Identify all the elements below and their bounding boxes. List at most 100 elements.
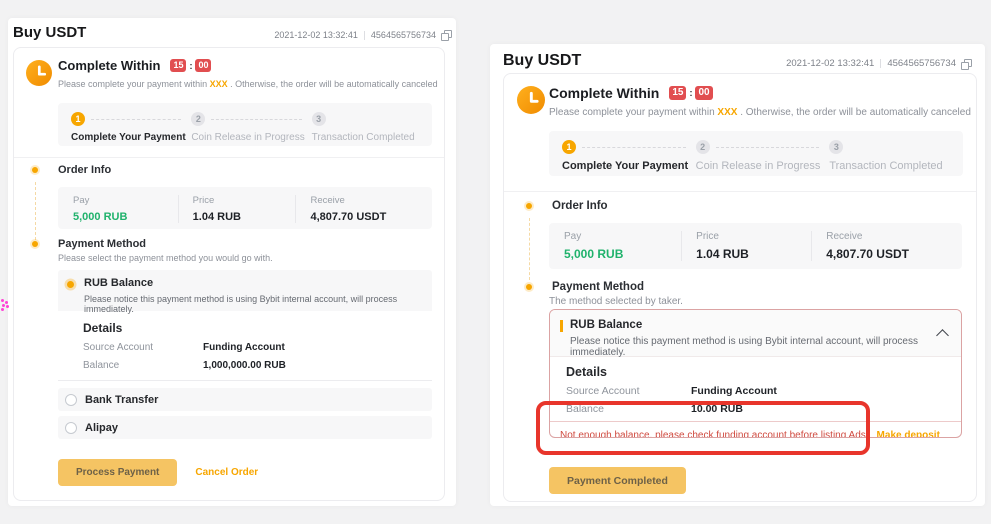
- price-label: Price: [193, 195, 296, 206]
- step-number: 3: [312, 112, 326, 126]
- section-connector-line: [529, 218, 530, 280]
- step-connector: [91, 119, 181, 120]
- step-label: Coin Release in Progress: [191, 132, 311, 143]
- balance-error-message: Not enough balance, please check funding…: [560, 430, 869, 438]
- details-label: Balance: [566, 403, 691, 415]
- section-bullet-icon: [526, 284, 532, 290]
- order-meta: 2021-12-02 13:32:41 4564565756734: [786, 58, 971, 69]
- step-complete-your-payment: 1 Complete Your Payment: [71, 112, 191, 146]
- step-label: Transaction Completed: [312, 132, 432, 143]
- step-transaction-completed: 3 Transaction Completed: [829, 140, 963, 176]
- payment-option-rub-balance[interactable]: RUB Balance Please notice this payment m…: [58, 270, 432, 311]
- payment-option-bank-transfer[interactable]: Bank Transfer: [58, 388, 432, 411]
- timer-note-prefix: Please complete your payment within: [58, 79, 210, 89]
- pay-value: 5,000 RUB: [73, 211, 178, 223]
- accent-bar-icon: [560, 320, 563, 332]
- payment-method-section-header: Payment Method: [32, 238, 146, 250]
- section-bullet-icon: [32, 167, 38, 173]
- step-connector: [716, 147, 820, 148]
- order-info-section-header: Order Info: [32, 164, 111, 176]
- timer-minutes-badge: 15: [669, 86, 686, 100]
- details-value: Funding Account: [203, 342, 432, 353]
- copy-icon[interactable]: [441, 30, 451, 40]
- process-payment-button[interactable]: Process Payment: [58, 459, 177, 486]
- make-deposit-link[interactable]: Make deposit: [877, 430, 940, 438]
- option-label: Alipay: [85, 422, 118, 434]
- timer-seconds-badge: 00: [195, 59, 211, 72]
- step-connector: [582, 147, 686, 148]
- pay-label: Pay: [73, 195, 178, 206]
- step-label: Transaction Completed: [829, 160, 963, 172]
- step-coin-release: 2 Coin Release in Progress: [696, 140, 830, 176]
- order-col-receive: Receive 4,807.70 USDT: [295, 195, 432, 223]
- complete-within-heading: Complete Within: [58, 58, 160, 73]
- order-id: 4564565756734: [887, 58, 956, 69]
- order-col-pay: Pay 5,000 RUB: [58, 195, 178, 223]
- meta-divider: [364, 31, 365, 40]
- timer-note: Please complete your payment within XXX …: [58, 79, 438, 89]
- details-row-balance: Balance 10.00 RUB: [566, 403, 945, 415]
- order-meta: 2021-12-02 13:32:41 4564565756734: [274, 30, 451, 40]
- step-label: Complete Your Payment: [71, 132, 191, 143]
- selected-method-header[interactable]: RUB Balance Please notice this payment m…: [550, 310, 961, 357]
- option-notice: Please notice this payment method is usi…: [84, 294, 432, 314]
- radio-unselected-icon[interactable]: [65, 422, 77, 434]
- stray-pink-mark: [0, 297, 9, 311]
- radio-unselected-icon[interactable]: [65, 394, 77, 406]
- order-info-box: Pay 5,000 RUB Price 1.04 RUB Receive 4,8…: [549, 223, 962, 269]
- details-label: Source Account: [566, 385, 691, 397]
- chevron-up-icon[interactable]: [936, 329, 949, 342]
- details-value: 1,000,000.00 RUB: [203, 360, 432, 371]
- action-buttons: Payment Completed: [549, 467, 686, 494]
- order-col-receive: Receive 4,807.70 USDT: [811, 231, 962, 261]
- details-row-source: Source Account Funding Account: [566, 385, 945, 397]
- meta-divider: [880, 59, 881, 68]
- step-transaction-completed: 3 Transaction Completed: [312, 112, 432, 146]
- complete-within-row: Complete Within 15 : 00: [58, 58, 211, 73]
- payment-method-section-header: Payment Method: [526, 281, 644, 293]
- payment-method-subtext: Please select the payment method you wou…: [58, 253, 273, 263]
- payment-completed-button[interactable]: Payment Completed: [549, 467, 686, 494]
- order-col-price: Price 1.04 RUB: [681, 231, 811, 261]
- receive-value: 4,807.70 USDT: [310, 211, 432, 223]
- clock-icon: [26, 60, 52, 86]
- receive-label: Receive: [310, 195, 432, 206]
- order-info-section-header: Order Info: [526, 200, 608, 212]
- radio-selected-icon[interactable]: [67, 281, 74, 288]
- details-row-source: Source Account Funding Account: [83, 342, 432, 353]
- step-complete-your-payment: 1 Complete Your Payment: [562, 140, 696, 176]
- step-number: 2: [696, 140, 710, 154]
- details-heading: Details: [83, 321, 432, 335]
- step-coin-release: 2 Coin Release in Progress: [191, 112, 311, 146]
- section-connector-line: [35, 182, 36, 240]
- section-bullet-icon: [526, 203, 532, 209]
- progress-steps: 1 Complete Your Payment 2 Coin Release i…: [549, 131, 963, 176]
- cancel-order-link[interactable]: Cancel Order: [195, 467, 258, 478]
- step-number: 1: [562, 140, 576, 154]
- price-value: 1.04 RUB: [696, 247, 811, 261]
- timer-note: Please complete your payment within XXX …: [549, 107, 971, 118]
- payment-option-alipay[interactable]: Alipay: [58, 416, 432, 439]
- details-label: Source Account: [83, 342, 203, 353]
- section-divider: [14, 157, 444, 158]
- buy-usdt-panel-right: Buy USDT 2021-12-02 13:32:41 45645657567…: [490, 44, 985, 506]
- step-number: 1: [71, 112, 85, 126]
- receive-value: 4,807.70 USDT: [826, 247, 962, 261]
- page-title: Buy USDT: [503, 52, 581, 70]
- clock-icon: [517, 86, 545, 114]
- details-label: Balance: [83, 360, 203, 371]
- details-row-balance: Balance 1,000,000.00 RUB: [83, 360, 432, 371]
- timer-colon: :: [189, 61, 192, 71]
- progress-steps: 1 Complete Your Payment 2 Coin Release i…: [58, 103, 432, 146]
- timer-note-highlight: XXX: [717, 107, 737, 118]
- step-label: Coin Release in Progress: [696, 160, 830, 172]
- copy-icon[interactable]: [961, 59, 971, 69]
- step-number: 3: [829, 140, 843, 154]
- action-buttons: Process Payment Cancel Order: [58, 459, 258, 486]
- timer-colon: :: [689, 88, 692, 98]
- complete-within-row: Complete Within 15 : 00: [549, 85, 713, 101]
- order-info-heading: Order Info: [552, 200, 608, 212]
- timer-note-highlight: XXX: [210, 79, 228, 89]
- price-label: Price: [696, 231, 811, 242]
- receive-label: Receive: [826, 231, 962, 242]
